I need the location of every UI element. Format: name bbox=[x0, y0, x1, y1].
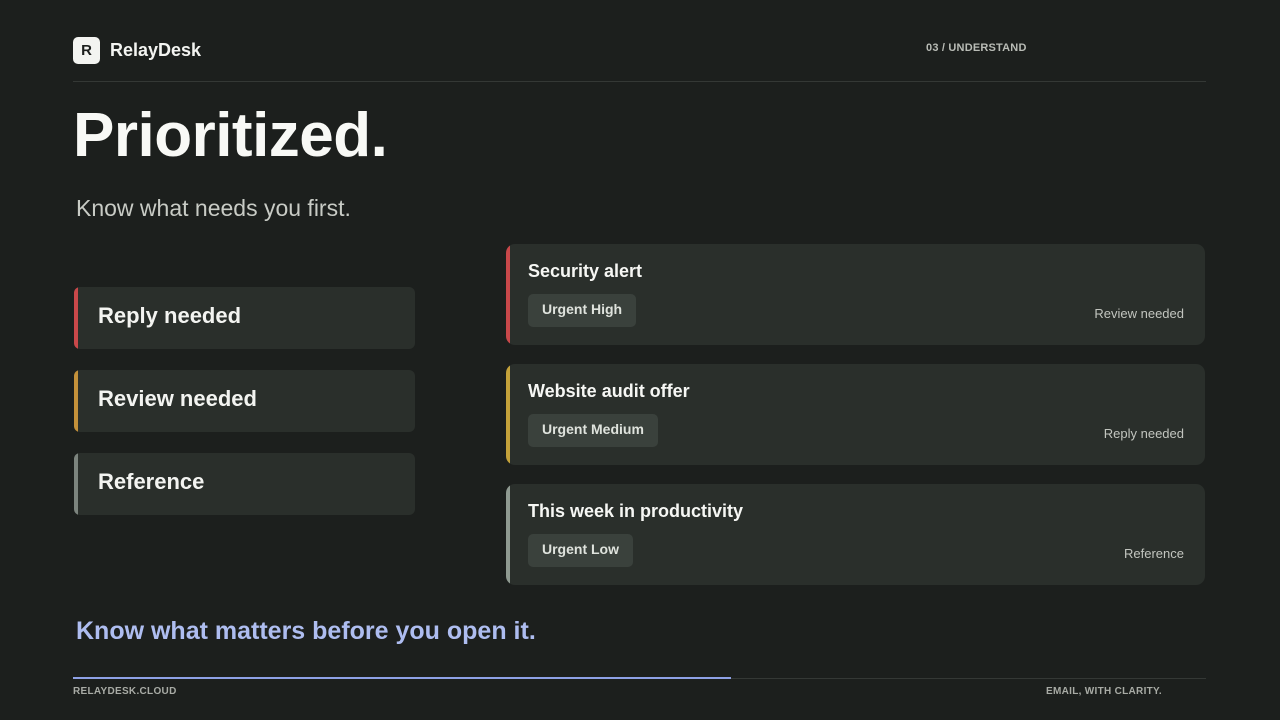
footer-tagline: EMAIL, WITH CLARITY. bbox=[1046, 686, 1162, 697]
priority-color-bar bbox=[506, 244, 510, 345]
page-title: Prioritized. bbox=[73, 101, 388, 170]
page-subtitle: Know what needs you first. bbox=[76, 195, 351, 221]
category-color-bar bbox=[74, 287, 78, 349]
tagline: Know what matters before you open it. bbox=[76, 617, 536, 645]
logo-icon: R bbox=[73, 37, 100, 64]
category-reply-needed: Reply needed bbox=[74, 287, 415, 349]
priority-color-bar bbox=[506, 484, 510, 585]
priority-badge: Urgent Medium bbox=[528, 414, 658, 447]
category-label: Review needed bbox=[98, 386, 257, 411]
top-divider bbox=[73, 81, 1206, 82]
category-tag: Review needed bbox=[1094, 306, 1184, 321]
category-label: Reference bbox=[98, 469, 205, 494]
category-color-bar bbox=[74, 370, 78, 432]
priority-color-bar bbox=[506, 364, 510, 465]
email-subject: Security alert bbox=[528, 261, 643, 281]
email-card-security-alert: Security alert Urgent High Review needed bbox=[506, 244, 1205, 345]
slide-progress-bar bbox=[73, 677, 731, 679]
slide: R RelayDesk 03 / UNDERSTAND Prioritized.… bbox=[0, 0, 1280, 720]
priority-badge: Urgent Low bbox=[528, 534, 633, 567]
category-review-needed: Review needed bbox=[74, 370, 415, 432]
priority-badge: Urgent High bbox=[528, 294, 637, 327]
email-card-website-audit: Website audit offer Urgent Medium Reply … bbox=[506, 364, 1205, 465]
header: R RelayDesk 03 / UNDERSTAND bbox=[73, 37, 1206, 67]
category-label: Reply needed bbox=[98, 303, 242, 328]
category-tag: Reference bbox=[1124, 546, 1184, 561]
category-tag: Reply needed bbox=[1103, 426, 1184, 441]
category-color-bar bbox=[74, 453, 78, 515]
footer-domain: RELAYDESK.CLOUD bbox=[73, 686, 177, 697]
email-card-productivity: This week in productivity Urgent Low Ref… bbox=[506, 484, 1205, 585]
email-subject: This week in productivity bbox=[528, 501, 744, 521]
email-subject: Website audit offer bbox=[528, 381, 690, 401]
category-reference: Reference bbox=[74, 453, 415, 515]
brand-name: RelayDesk bbox=[110, 40, 202, 60]
section-label: 03 / UNDERSTAND bbox=[926, 42, 1027, 54]
